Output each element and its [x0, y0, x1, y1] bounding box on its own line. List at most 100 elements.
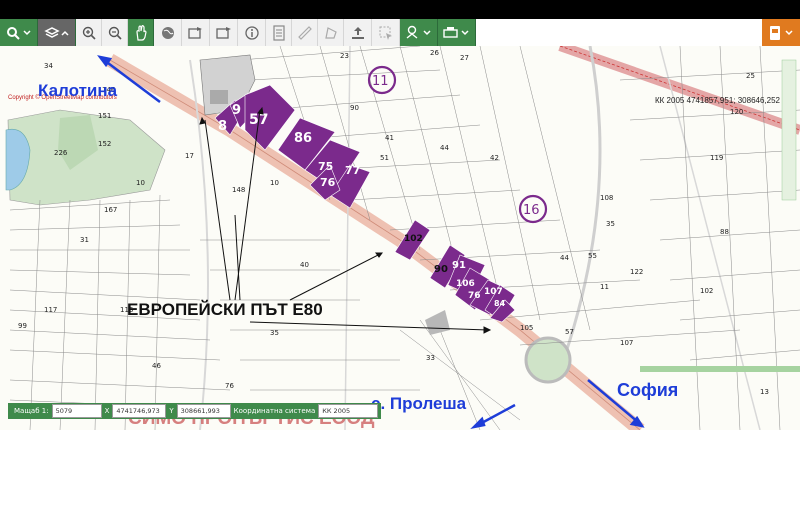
zoom-out-icon	[108, 26, 122, 40]
select-icon	[379, 26, 392, 40]
svg-text:120: 120	[730, 108, 743, 116]
svg-text:17: 17	[185, 152, 194, 160]
svg-text:119: 119	[710, 154, 723, 162]
previous-extent-button[interactable]	[182, 19, 210, 46]
scale-label: Мащаб 1:	[14, 407, 49, 415]
svg-text:35: 35	[606, 220, 615, 228]
svg-text:44: 44	[440, 144, 449, 152]
svg-text:27: 27	[460, 54, 469, 62]
upload-icon	[351, 26, 364, 39]
search-icon	[6, 26, 31, 40]
zoom-in-icon	[82, 26, 96, 40]
select-button[interactable]	[372, 19, 400, 46]
crs-label: Координатна система	[233, 407, 316, 415]
svg-text:108: 108	[600, 194, 613, 202]
parcel-label: 106	[456, 279, 475, 289]
parcel-label: 90	[434, 264, 448, 275]
print-icon	[442, 26, 469, 38]
search-button[interactable]	[0, 19, 38, 46]
circled-parcel-label: 11	[372, 74, 389, 89]
y-label: Y	[169, 407, 174, 415]
zoom-out-button[interactable]	[102, 19, 128, 46]
svg-text:167: 167	[104, 206, 117, 214]
scale-input[interactable]: 5079	[51, 404, 102, 418]
user-button[interactable]	[762, 19, 800, 46]
parcel-label: 84	[494, 299, 506, 308]
globe-button[interactable]	[154, 19, 182, 46]
measure-button[interactable]	[292, 19, 318, 46]
svg-text:51: 51	[380, 154, 389, 162]
label-road-e80: ЕВРОПЕЙСКИ ПЪТ Е80	[127, 300, 323, 319]
hand-icon	[135, 24, 147, 41]
x-input[interactable]: 4741746,973	[112, 404, 167, 418]
crs-readout: КК 2005 4741857,951; 308646,252	[655, 96, 780, 105]
svg-text:26: 26	[430, 49, 439, 57]
svg-text:57: 57	[565, 328, 574, 336]
x-label: X	[104, 407, 110, 415]
pin-icon	[406, 25, 431, 39]
parcel-label: 77	[345, 164, 360, 177]
area-button[interactable]	[318, 19, 344, 46]
parcel-label: 9	[232, 103, 241, 118]
svg-text:13: 13	[760, 388, 769, 396]
upload-button[interactable]	[344, 19, 372, 46]
coordinate-bar: Мащаб 1: 5079 X 4741746,973 Y 308661,993…	[8, 403, 382, 419]
cadastral-map[interactable]: 8 9 57 86 75 77 76 102 90 91 106 76 107 …	[0, 46, 800, 430]
svg-text:34: 34	[44, 62, 53, 70]
svg-text:10: 10	[270, 179, 279, 187]
globe-icon	[161, 26, 174, 39]
pan-button[interactable]	[128, 19, 154, 46]
svg-text:107: 107	[620, 339, 633, 347]
ruler-icon	[297, 25, 312, 40]
svg-text:105: 105	[520, 324, 533, 332]
parcel-label: 107	[484, 287, 503, 297]
svg-text:10: 10	[136, 179, 145, 187]
zoom-in-button[interactable]	[76, 19, 102, 46]
svg-text:90: 90	[350, 104, 359, 112]
crs-select[interactable]: КК 2005	[318, 404, 379, 418]
parcel-label: 102	[404, 234, 423, 244]
svg-text:88: 88	[720, 228, 729, 236]
svg-text:23: 23	[340, 52, 349, 60]
user-icon	[770, 25, 793, 40]
svg-text:76: 76	[225, 382, 234, 390]
svg-text:152: 152	[98, 140, 111, 148]
circled-parcel-label: 16	[523, 203, 540, 218]
y-input[interactable]: 308661,993	[176, 404, 231, 418]
parcel-label: 76	[320, 176, 336, 189]
top-black-bar	[0, 0, 800, 19]
svg-text:148: 148	[232, 186, 245, 194]
draw-button[interactable]	[400, 19, 438, 46]
info-icon	[244, 25, 259, 40]
polygon-icon	[324, 26, 337, 39]
circled-parcels[interactable]: 11 16	[367, 65, 548, 224]
svg-text:33: 33	[426, 354, 435, 362]
page-bottom	[0, 430, 800, 519]
back-extent-icon	[187, 26, 202, 39]
info-button[interactable]	[238, 19, 266, 46]
svg-text:42: 42	[490, 154, 499, 162]
svg-text:117: 117	[44, 306, 57, 314]
layers-button[interactable]	[38, 19, 76, 46]
svg-text:44: 44	[560, 254, 569, 262]
svg-text:40: 40	[300, 261, 309, 269]
svg-text:41: 41	[385, 134, 394, 142]
parcel-label: 76	[468, 291, 481, 301]
svg-text:226: 226	[54, 149, 68, 157]
label-kalotina: Калотина	[38, 81, 118, 100]
legend-button[interactable]	[266, 19, 292, 46]
svg-text:31: 31	[80, 236, 89, 244]
svg-text:35: 35	[270, 329, 279, 337]
legend-icon	[272, 24, 285, 41]
parcel-label: 8	[218, 119, 227, 134]
svg-text:25: 25	[746, 72, 755, 80]
svg-text:102: 102	[700, 287, 713, 295]
next-extent-button[interactable]	[210, 19, 238, 46]
svg-text:151: 151	[98, 112, 111, 120]
label-sofia: София	[617, 380, 679, 400]
parcel-label: 86	[294, 131, 312, 146]
parcel-label: 91	[452, 260, 466, 271]
layers-icon	[43, 26, 69, 38]
parcel-label: 75	[318, 160, 333, 173]
print-button[interactable]	[438, 19, 476, 46]
